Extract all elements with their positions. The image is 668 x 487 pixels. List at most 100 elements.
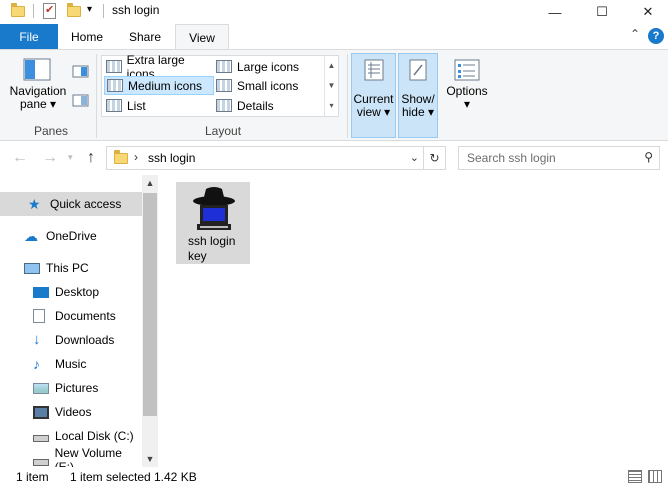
star-icon: ★ bbox=[28, 196, 41, 212]
show-hide-icon bbox=[409, 59, 427, 81]
nav-label: Videos bbox=[55, 405, 92, 419]
nav-label: Quick access bbox=[50, 197, 122, 211]
extra-large-icons-icon bbox=[106, 60, 122, 73]
up-icon[interactable]: ↑ bbox=[87, 149, 95, 167]
tab-file[interactable]: File bbox=[0, 24, 58, 49]
scroll-down-icon[interactable]: ▼ bbox=[325, 76, 338, 96]
scroll-down-icon[interactable]: ▼ bbox=[142, 451, 158, 467]
file-label-line-2: key bbox=[188, 249, 207, 263]
folder-icon bbox=[11, 3, 25, 17]
layout-label: Small icons bbox=[237, 78, 299, 93]
layout-label: Details bbox=[237, 98, 274, 113]
new-folder-icon[interactable] bbox=[67, 3, 81, 17]
layout-large-icons[interactable]: Large icons bbox=[214, 57, 322, 76]
refresh-icon[interactable]: ↻ bbox=[423, 147, 445, 169]
file-label-line-1: ssh login bbox=[188, 234, 236, 248]
divider bbox=[96, 54, 97, 138]
search-icon[interactable]: ⚲ bbox=[644, 150, 653, 164]
tab-view[interactable]: View bbox=[175, 24, 229, 50]
scroll-up-icon[interactable]: ▲ bbox=[142, 175, 158, 191]
nav-label: Music bbox=[55, 357, 87, 371]
forward-icon[interactable]: → bbox=[42, 149, 58, 167]
nav-item-this-pc[interactable]: This PC bbox=[0, 256, 142, 280]
title-bar: ▾ ssh login — ☐ ✕ bbox=[0, 0, 668, 24]
details-view-icon[interactable] bbox=[628, 470, 642, 483]
selection-size: 1.42 KB bbox=[154, 470, 197, 484]
navigation-bar: ← → ▾ ↑ › ssh login ⌄ ↻ Search ssh login… bbox=[0, 141, 668, 175]
layout-medium-icons[interactable]: Medium icons bbox=[104, 76, 214, 95]
layout-label: List bbox=[127, 98, 146, 113]
navigation-pane-label-2: pane ▾ bbox=[19, 97, 57, 111]
large-icons-view-icon[interactable] bbox=[648, 470, 662, 483]
nav-label: Downloads bbox=[55, 333, 115, 347]
search-placeholder: Search ssh login bbox=[467, 151, 556, 165]
nav-item-pictures[interactable]: Pictures bbox=[0, 376, 142, 400]
nav-item-desktop[interactable]: Desktop bbox=[0, 280, 142, 304]
nav-item-downloads[interactable]: ↓ Downloads bbox=[0, 328, 142, 352]
breadcrumb-separator-icon: › bbox=[134, 150, 138, 164]
file-label: ssh login key bbox=[188, 234, 248, 264]
show-hide-button[interactable]: Show/ hide ▾ bbox=[398, 53, 438, 138]
ssh-terminal-icon bbox=[193, 187, 235, 230]
scroll-thumb[interactable] bbox=[143, 193, 157, 416]
address-bar[interactable]: › ssh login ⌄ ↻ bbox=[106, 146, 446, 170]
options-dropdown-icon: ▾ bbox=[463, 97, 471, 111]
layout-details[interactable]: Details bbox=[214, 96, 322, 115]
details-pane-icon[interactable] bbox=[72, 94, 90, 108]
nav-label: OneDrive bbox=[46, 229, 97, 243]
nav-item-new-volume[interactable]: New Volume (E:) bbox=[0, 446, 142, 467]
videos-icon bbox=[33, 405, 49, 419]
layout-list[interactable]: List bbox=[104, 96, 214, 115]
layout-small-icons[interactable]: Small icons bbox=[214, 76, 322, 95]
cloud-icon: ☁ bbox=[24, 228, 38, 244]
details-icon bbox=[216, 99, 232, 112]
layout-gallery-scroll[interactable]: ▲ ▼ ▾ bbox=[324, 56, 338, 116]
small-icons-icon bbox=[216, 79, 232, 92]
nav-item-quick-access[interactable]: ★ Quick access bbox=[0, 192, 142, 216]
tab-share[interactable]: Share bbox=[116, 24, 174, 49]
tab-home[interactable]: Home bbox=[60, 24, 114, 49]
status-bar: 1 item 1 item selected 1.42 KB bbox=[0, 467, 668, 487]
current-view-button[interactable]: Current view ▾ bbox=[351, 53, 396, 138]
address-dropdown-icon[interactable]: ⌄ bbox=[410, 151, 419, 164]
expand-gallery-icon[interactable]: ▾ bbox=[325, 96, 338, 116]
nav-label: This PC bbox=[46, 261, 89, 275]
medium-icons-icon bbox=[107, 79, 123, 92]
navigation-pane-button[interactable]: Navigation pane ▾ bbox=[6, 58, 70, 111]
collapse-ribbon-icon[interactable]: ⌃ bbox=[630, 27, 640, 41]
help-icon[interactable]: ? bbox=[648, 28, 664, 44]
folder-icon bbox=[114, 150, 128, 164]
nav-label: Pictures bbox=[55, 381, 99, 395]
layout-extra-large-icons[interactable]: Extra large icons bbox=[104, 53, 214, 81]
nav-item-onedrive[interactable]: ☁ OneDrive bbox=[0, 224, 142, 248]
breadcrumb-current[interactable]: ssh login bbox=[148, 151, 195, 165]
nav-item-local-disk[interactable]: Local Disk (C:) bbox=[0, 424, 142, 448]
close-button[interactable]: ✕ bbox=[625, 0, 668, 24]
nav-label: New Volume (E:) bbox=[54, 446, 122, 467]
maximize-button[interactable]: ☐ bbox=[579, 0, 625, 24]
navigation-pane-icon bbox=[23, 58, 51, 81]
recent-locations-icon[interactable]: ▾ bbox=[68, 152, 73, 163]
divider bbox=[347, 54, 348, 138]
nav-item-documents[interactable]: Documents bbox=[0, 304, 142, 328]
customize-toolbar-icon[interactable]: ▾ bbox=[87, 4, 92, 15]
nav-label: Desktop bbox=[55, 285, 100, 299]
preview-pane-icon[interactable] bbox=[72, 65, 90, 79]
minimize-button[interactable]: — bbox=[532, 0, 578, 24]
back-icon[interactable]: ← bbox=[12, 149, 28, 167]
drive-icon bbox=[33, 434, 49, 442]
music-icon: ♪ bbox=[33, 356, 40, 372]
large-icons-icon bbox=[216, 60, 232, 73]
nav-item-videos[interactable]: Videos bbox=[0, 400, 142, 424]
nav-label: Documents bbox=[55, 309, 116, 323]
documents-icon bbox=[33, 309, 45, 323]
file-item-ssh-login-key[interactable]: ssh login key bbox=[176, 182, 250, 264]
properties-icon[interactable] bbox=[43, 3, 56, 19]
scroll-up-icon[interactable]: ▲ bbox=[325, 56, 338, 76]
search-input[interactable]: Search ssh login ⚲ bbox=[458, 146, 660, 170]
file-list: ssh login key bbox=[158, 175, 668, 467]
nav-item-music[interactable]: ♪ Music bbox=[0, 352, 142, 376]
options-button[interactable]: Options ▾ bbox=[442, 58, 492, 111]
drive-icon bbox=[33, 458, 49, 466]
nav-pane-scrollbar[interactable]: ▲ ▼ bbox=[142, 175, 158, 467]
